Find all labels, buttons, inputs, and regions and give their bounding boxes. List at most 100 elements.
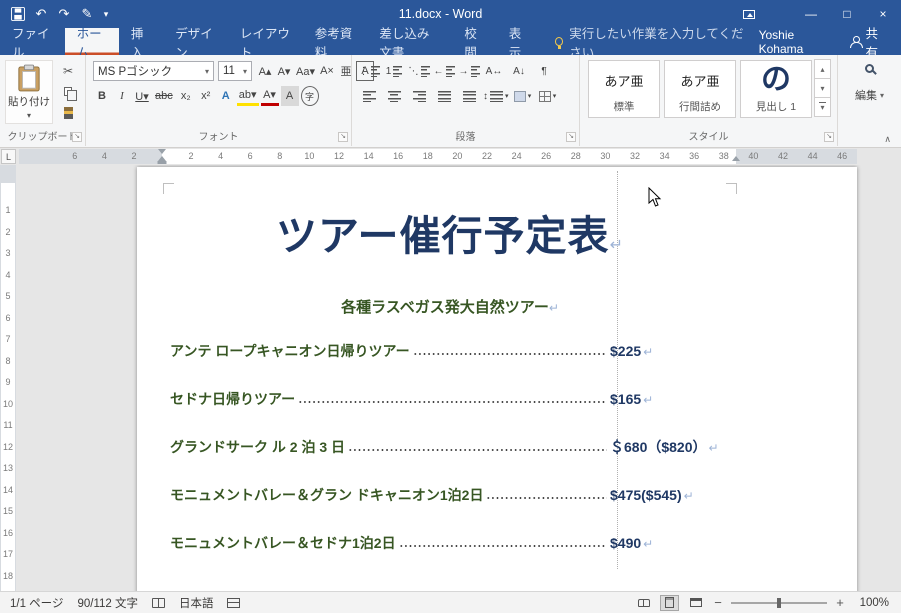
copy-button[interactable] <box>58 83 78 101</box>
sort-button[interactable]: A↓ <box>508 61 530 81</box>
shading-button[interactable]: ▾ <box>512 86 534 106</box>
number-list-button[interactable]: 1 <box>383 61 405 81</box>
grow-font-button[interactable]: A▴ <box>256 61 274 81</box>
chevron-down-icon: ▾ <box>204 66 209 76</box>
tour-name: モニュメントバレー＆グラン ドキャニオン1泊2日 <box>170 487 484 504</box>
style-name: 標準 <box>613 101 635 113</box>
read-mode-button[interactable] <box>634 595 653 611</box>
superscript-button[interactable]: x² <box>197 86 215 106</box>
chevron-down-icon: ▾ <box>242 66 247 76</box>
redo-button[interactable]: ↷ <box>54 3 74 25</box>
tell-me-box[interactable]: 実行したい作業を入力してください... <box>555 27 752 60</box>
zoom-in-button[interactable]: + <box>834 595 846 610</box>
text-effects-button[interactable]: A <box>217 86 235 106</box>
window-title: 11.docx - Word <box>398 7 483 21</box>
share-button[interactable]: 共有 <box>838 27 901 60</box>
clear-formatting-button[interactable]: A× <box>318 61 336 81</box>
font-name-combo[interactable]: MS Pゴシック ▾ <box>93 61 214 81</box>
right-indent-marker[interactable] <box>732 152 740 161</box>
font-name-value: MS Pゴシック <box>98 66 173 78</box>
bullet-list-button[interactable]: ⋮ <box>358 61 380 81</box>
asian-layout-icon: A↔ <box>485 65 503 77</box>
font-color-button[interactable]: A▾ <box>260 86 279 106</box>
minimize-button[interactable]: — <box>793 0 829 28</box>
line-spacing-button[interactable]: ↕ ▾ <box>483 86 509 106</box>
multilevel-list-button[interactable]: ⋱ <box>408 61 430 81</box>
multilevel-list-icon: ⋱ <box>408 65 419 77</box>
paste-button[interactable]: 貼り付け ▾ <box>5 60 53 124</box>
subscript-button[interactable]: x₂ <box>177 86 195 106</box>
change-case-button[interactable]: Aa▾ <box>294 61 317 81</box>
tab-selector-button[interactable]: L <box>1 149 16 164</box>
gallery-more-button[interactable]: ▾ <box>814 97 831 117</box>
clipboard-dialog-launcher[interactable]: ↘ <box>72 132 82 142</box>
align-right-button[interactable] <box>408 86 430 106</box>
character-shading-button[interactable]: A <box>280 86 299 106</box>
vertical-ruler[interactable]: 1 2 3 4 5 6 7 8 9 10 11 12 13 14 15 16 17 18 <box>0 165 16 591</box>
collapse-ribbon-button[interactable]: ∧ <box>884 134 891 145</box>
editing-menu-button[interactable]: 編集 ▾ <box>838 87 901 103</box>
maximize-button[interactable]: □ <box>829 0 865 28</box>
ruler-mark: 10 <box>2 398 13 409</box>
bullet-list-icon <box>370 65 380 77</box>
page-content: ツアー催行予定表↵ 各種ラスベガス発大自然ツアー↵ アンテ ロープキャニオン日帰… <box>163 211 737 553</box>
formatting-marks-button[interactable]: ¶ <box>533 61 555 81</box>
zoom-percentage[interactable]: 100% <box>853 597 889 609</box>
clipboard-group: 貼り付け ▾ ✂ クリップボード ↘ <box>0 55 86 146</box>
shrink-font-button[interactable]: A▾ <box>275 61 293 81</box>
underline-button[interactable]: U▾ <box>133 86 151 106</box>
bold-button[interactable]: B <box>93 86 111 106</box>
tab-review[interactable]: 校閲 <box>452 27 496 60</box>
tab-file[interactable]: ファイル <box>0 27 65 60</box>
find-button[interactable] <box>838 64 901 73</box>
highlight-color-button[interactable]: ab▾ <box>236 86 259 106</box>
cut-button[interactable]: ✂ <box>58 62 78 79</box>
borders-button[interactable]: ▾ <box>537 86 559 106</box>
asian-layout-button[interactable]: A↔ <box>483 61 505 81</box>
italic-button[interactable]: I <box>113 86 131 106</box>
align-right-icon <box>412 90 426 102</box>
gallery-down-button[interactable]: ▾ <box>814 78 831 98</box>
tab-home[interactable]: ホーム <box>64 27 119 60</box>
tab-mailings[interactable]: 差し込み文書 <box>367 27 452 60</box>
justify-button[interactable] <box>433 86 455 106</box>
tab-layout[interactable]: レイアウト <box>228 27 303 60</box>
gallery-up-button[interactable]: ▴ <box>814 59 831 79</box>
styles-dialog-launcher[interactable]: ↘ <box>824 132 834 142</box>
style-item-2[interactable]: あア亜 行間詰め <box>664 60 736 118</box>
left-indent-marker[interactable] <box>157 161 167 164</box>
tab-references[interactable]: 参考資料 <box>303 27 368 60</box>
distribute-text-button[interactable] <box>458 86 480 106</box>
paragraph-dialog-launcher[interactable]: ↘ <box>566 132 576 142</box>
font-dialog-launcher[interactable]: ↘ <box>338 132 348 142</box>
zoom-slider-thumb[interactable] <box>777 597 781 608</box>
increase-indent-button[interactable]: → <box>458 61 480 81</box>
zoom-out-button[interactable]: − <box>712 595 724 610</box>
strikethrough-button[interactable]: abc <box>153 86 175 106</box>
format-painter-button[interactable] <box>58 104 78 121</box>
document-page[interactable]: ツアー催行予定表↵ 各種ラスベガス発大自然ツアー↵ アンテ ロープキャニオン日帰… <box>137 167 857 591</box>
tab-design[interactable]: デザイン <box>163 27 228 60</box>
account-name[interactable]: Yoshie Kohama <box>753 28 838 56</box>
copy-icon <box>64 87 77 101</box>
zoom-slider[interactable] <box>731 597 827 608</box>
align-left-button[interactable] <box>358 86 380 106</box>
ime-status-icon[interactable] <box>227 597 241 608</box>
style-item-1[interactable]: あア亜 標準 <box>588 60 660 118</box>
proofing-status-icon[interactable] <box>151 597 165 608</box>
horizontal-ruler[interactable]: 6 4 2 2 4 6 8 10 12 14 16 18 20 22 24 26 28 30 32 34 36 38 40 4… <box>19 149 901 164</box>
word-count[interactable]: 90/112 文字 <box>77 595 138 611</box>
decrease-indent-button[interactable]: ← <box>433 61 455 81</box>
tab-insert[interactable]: 挿入 <box>119 27 163 60</box>
web-layout-button[interactable] <box>686 595 705 611</box>
hanging-indent-marker[interactable] <box>158 152 166 161</box>
enclose-character-button[interactable]: 字 <box>300 86 319 106</box>
language-indicator[interactable]: 日本語 <box>179 595 214 611</box>
page-indicator[interactable]: 1/1 ページ <box>10 595 63 611</box>
print-layout-button[interactable] <box>660 594 679 611</box>
font-size-combo[interactable]: 11 ▾ <box>218 61 252 81</box>
toc-line-left: モニュメントバレー＆グラン ドキャニオン1泊2日 <box>170 485 610 505</box>
tab-view[interactable]: 表示 <box>497 27 541 60</box>
align-center-button[interactable] <box>383 86 405 106</box>
style-item-3[interactable]: の見出し 1 <box>740 60 812 118</box>
